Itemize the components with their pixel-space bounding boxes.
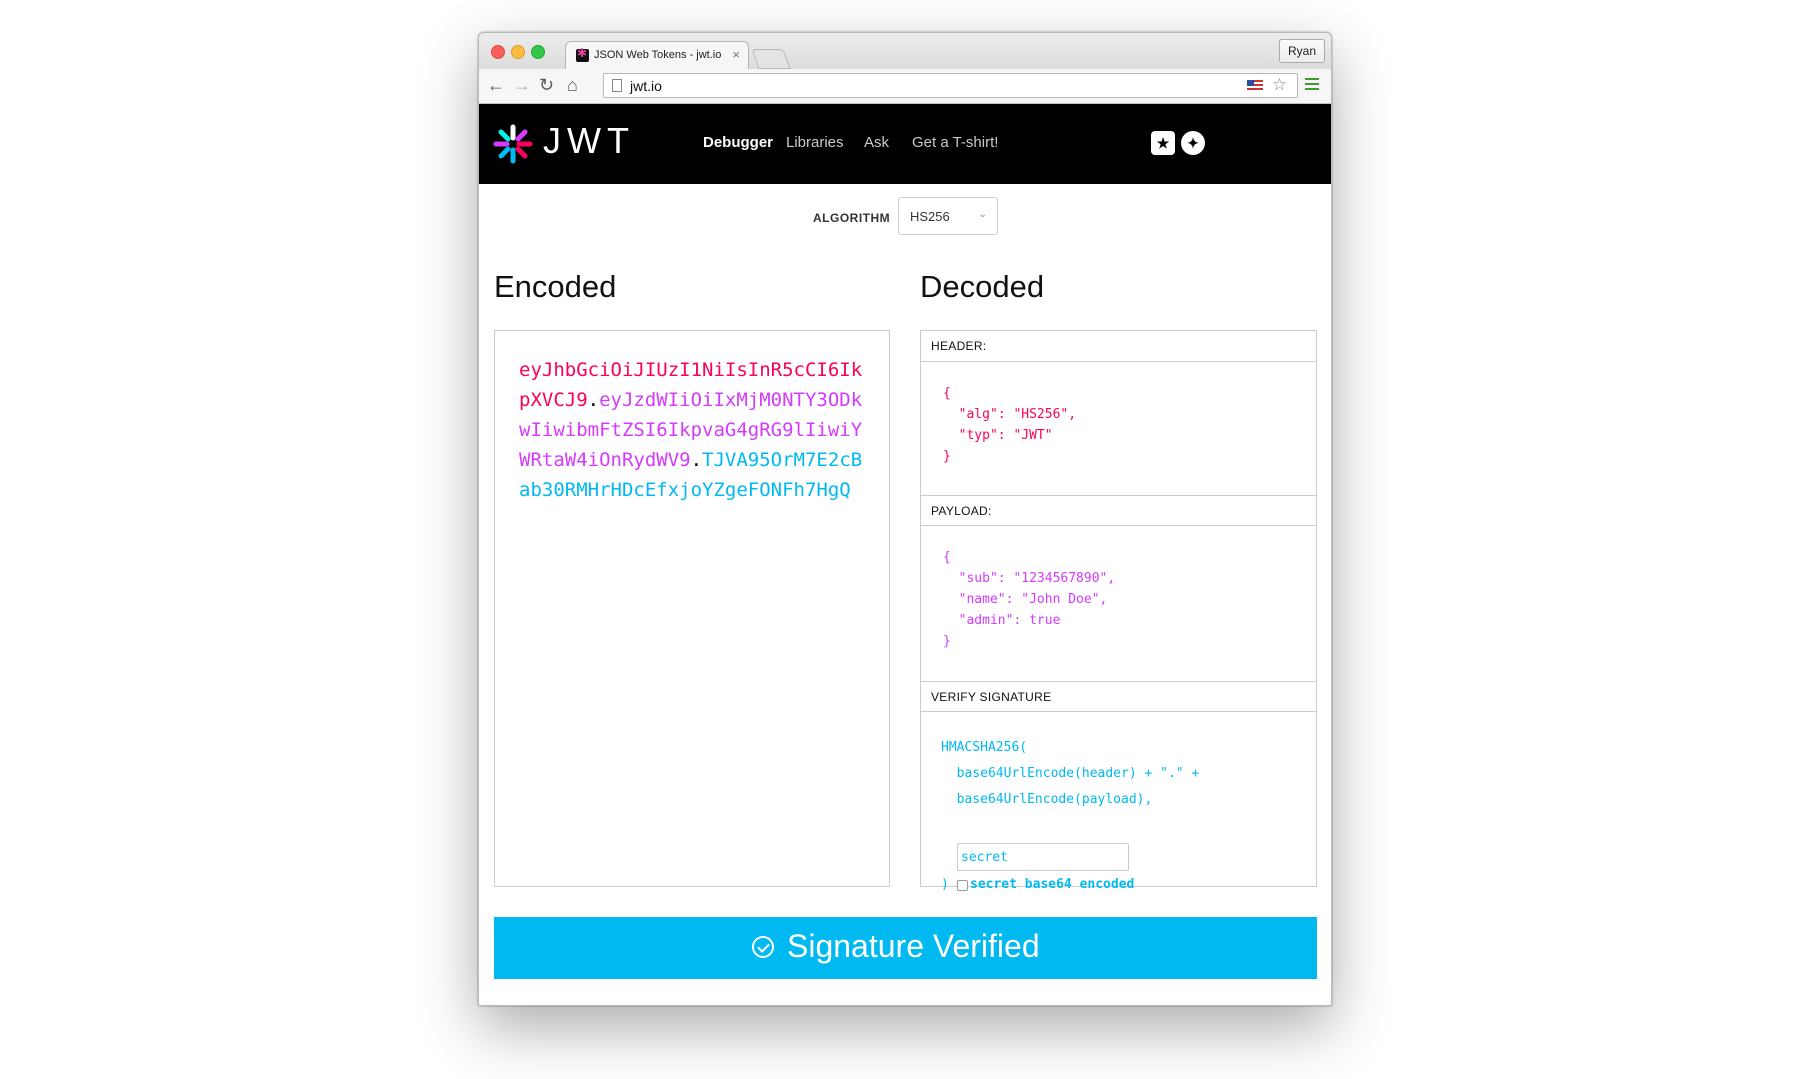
- url-text[interactable]: jwt.io: [630, 78, 662, 94]
- secret-input[interactable]: [957, 843, 1129, 871]
- base64-encoded-label[interactable]: secret base64 encoded: [970, 877, 1134, 892]
- forward-arrow-icon[interactable]: →: [513, 75, 531, 95]
- twitter-icon[interactable]: ✦: [1181, 131, 1205, 155]
- header-json-editor[interactable]: { "alg": "HS256", "typ": "JWT" }: [943, 383, 1076, 467]
- check-circle-icon: [752, 936, 774, 958]
- jwt-favicon-icon: [576, 46, 589, 62]
- translate-flag-icon[interactable]: [1247, 80, 1263, 91]
- browser-tab[interactable]: JSON Web Tokens - jwt.io ×: [565, 41, 749, 69]
- decoded-title: Decoded: [920, 269, 1045, 304]
- header-section-label: HEADER:: [921, 331, 1316, 362]
- nav-libraries[interactable]: Libraries: [786, 134, 844, 151]
- reload-icon[interactable]: ↻: [539, 75, 554, 95]
- payload-json-editor[interactable]: { "sub": "1234567890", "name": "John Doe…: [943, 547, 1115, 652]
- chevron-down-icon: ⌄: [978, 209, 987, 220]
- token-dot: .: [690, 449, 703, 471]
- nav-ask[interactable]: Ask: [864, 134, 889, 151]
- profile-button[interactable]: Ryan: [1278, 39, 1325, 63]
- token-dot: .: [587, 389, 600, 411]
- algorithm-value: HS256: [910, 209, 950, 224]
- browser-window: JSON Web Tokens - jwt.io × Ryan ← → ↻ ⌂ …: [478, 32, 1332, 1006]
- tab-title: JSON Web Tokens - jwt.io: [594, 49, 722, 61]
- verify-signature-code: HMACSHA256( base64UrlEncode(header) + ".…: [941, 740, 1200, 807]
- jwt-logo-text[interactable]: JWT: [543, 120, 635, 162]
- maximize-window-button[interactable]: [531, 45, 545, 59]
- back-arrow-icon[interactable]: ←: [487, 75, 505, 95]
- nav-debugger[interactable]: Debugger: [703, 134, 773, 151]
- site-header: JWT Debugger Libraries Ask Get a T-shirt…: [479, 104, 1331, 184]
- jwt-logo-icon[interactable]: [493, 124, 533, 164]
- home-icon[interactable]: ⌂: [567, 75, 578, 95]
- base64-encoded-checkbox[interactable]: [957, 880, 968, 891]
- title-bar: JSON Web Tokens - jwt.io × Ryan: [479, 33, 1331, 69]
- algorithm-select[interactable]: HS256 ⌄: [898, 197, 998, 235]
- algorithm-label: ALGORITHM: [813, 211, 891, 225]
- payload-section-label: PAYLOAD:: [921, 495, 1316, 526]
- new-tab-button[interactable]: [751, 49, 791, 69]
- nav-get-tshirt[interactable]: Get a T-shirt!: [912, 134, 998, 151]
- verify-close-paren: ): [941, 877, 949, 892]
- signature-status-bar: Signature Verified: [494, 917, 1317, 979]
- verify-signature-label: VERIFY SIGNATURE: [921, 681, 1316, 712]
- close-window-button[interactable]: [491, 45, 505, 59]
- signature-status-text: Signature Verified: [787, 928, 1040, 964]
- browser-menu-icon[interactable]: [1305, 78, 1319, 90]
- page-icon: [612, 79, 622, 92]
- tab-close-icon[interactable]: ×: [732, 47, 740, 62]
- encoded-token[interactable]: eyJhbGciOiJIUzI1NiIsInR5cCI6IkpXVCJ9.eyJ…: [519, 355, 871, 505]
- decoded-panel: HEADER: { "alg": "HS256", "typ": "JWT" }…: [920, 330, 1317, 892]
- address-bar[interactable]: jwt.io ☆: [603, 73, 1298, 98]
- bookmark-star-icon[interactable]: ☆: [1272, 75, 1287, 95]
- auth0-icon[interactable]: ★: [1151, 131, 1175, 155]
- minimize-window-button[interactable]: [511, 45, 525, 59]
- encoded-title: Encoded: [494, 269, 617, 304]
- encoded-token-editor[interactable]: eyJhbGciOiJIUzI1NiIsInR5cCI6IkpXVCJ9.eyJ…: [494, 330, 890, 887]
- browser-toolbar: ← → ↻ ⌂ jwt.io ☆: [479, 69, 1331, 104]
